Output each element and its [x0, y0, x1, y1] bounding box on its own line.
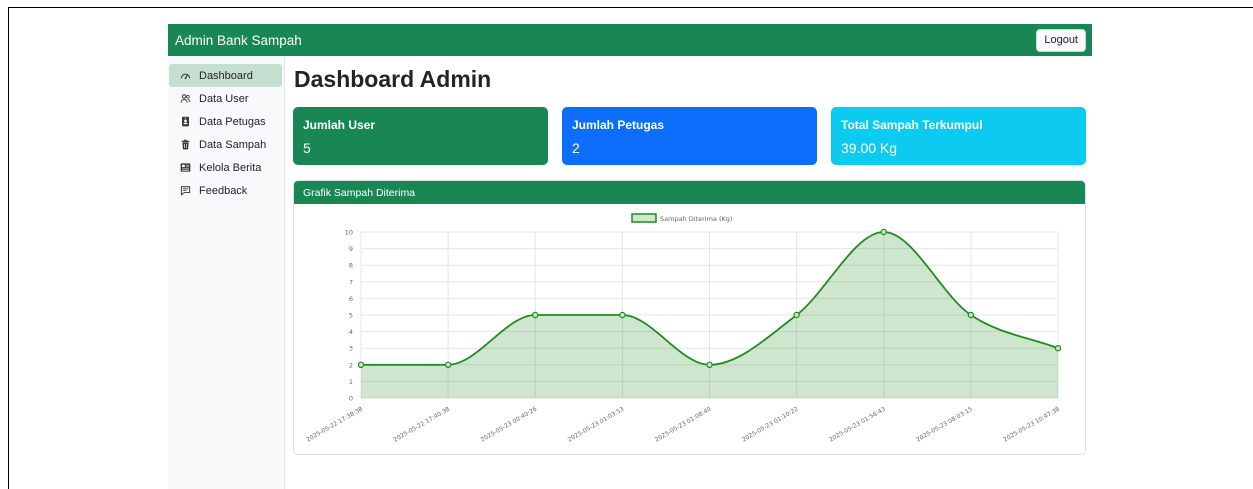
x-tick-label: 2025-05-23 08:03:15 [915, 406, 974, 444]
newspaper-icon [180, 163, 191, 172]
sidebar-item-label: Data User [199, 92, 249, 105]
sampah-line-chart: 0 1 2 3 4 5 6 7 8 9 10 2025-05-22 17:38:38 2025-05-2… [305, 213, 1062, 444]
y-tick-label: 5 [349, 312, 353, 320]
card-jumlah-petugas: Jumlah Petugas 2 [562, 107, 817, 165]
data-point [880, 228, 887, 236]
sidebar-item-label: Feedback [199, 184, 248, 197]
sidebar-item-feedback[interactable]: Feedback [169, 179, 282, 202]
window-border-top [8, 7, 1253, 8]
chart-card-header: Grafik Sampah Diterima [294, 181, 1085, 204]
users-icon [180, 94, 191, 103]
x-tick-label: 2025-05-23 00:40:26 [480, 406, 539, 444]
data-point [793, 311, 800, 319]
chat-icon [180, 186, 191, 196]
brand-title[interactable]: Admin Bank Sampah [175, 33, 302, 48]
x-tick-label: 2025-05-23 01:10:22 [741, 406, 800, 444]
x-tick-label: 2025-05-23 01:08:40 [654, 406, 713, 444]
sidebar-item-data-petugas[interactable]: Data Petugas [169, 110, 282, 133]
sidebar-item-dashboard[interactable]: Dashboard [169, 64, 282, 87]
data-point [967, 311, 975, 319]
legend-swatch [631, 213, 657, 223]
page-title: Dashboard Admin [294, 66, 492, 92]
y-tick-label: 9 [349, 245, 353, 253]
sidebar-item-label: Data Sampah [199, 138, 267, 151]
sidebar-item-kelola-berita[interactable]: Kelola Berita [169, 156, 282, 179]
top-navbar: Admin Bank Sampah Logout [168, 24, 1092, 56]
sidebar-item-label: Kelola Berita [199, 161, 262, 174]
card-title: Total Sampah Terkumpul [841, 118, 983, 132]
logout-button[interactable]: Logout [1036, 28, 1086, 52]
data-point [1054, 344, 1062, 352]
data-point [357, 361, 365, 368]
x-tick-label: 2025-05-22 17:40:38 [392, 406, 451, 444]
y-tick-label: 6 [349, 295, 353, 303]
sidebar-item-data-sampah[interactable]: Data Sampah [169, 133, 282, 156]
card-title: Jumlah User [303, 118, 376, 132]
y-tick-label: 10 [345, 229, 353, 237]
card-total-sampah: Total Sampah Terkumpul 39.00 Kg [831, 107, 1086, 165]
data-point [444, 361, 452, 368]
data-point [619, 311, 626, 319]
y-tick-label: 1 [349, 378, 353, 386]
card-value: 2 [572, 140, 580, 156]
chart-card: Grafik Sampah Diterima 0 1 2 3 4 5 6 7 8 9 10 2025-… [293, 180, 1086, 455]
sidebar-item-data-user[interactable]: Data User [169, 87, 282, 110]
trash-icon [181, 139, 190, 150]
y-tick-label: 2 [349, 361, 353, 369]
x-tick-label: 2025-05-23 01:03:53 [567, 406, 626, 444]
card-jumlah-user: Jumlah User 5 [293, 107, 548, 165]
card-title: Jumlah Petugas [572, 118, 665, 132]
y-tick-label: 8 [349, 262, 353, 270]
data-point [532, 311, 539, 319]
dashboard-gauge-icon [180, 73, 191, 80]
sidebar-item-label: Dashboard [199, 69, 253, 82]
y-tick-label: 0 [349, 395, 353, 403]
y-tick-label: 3 [349, 345, 353, 353]
x-tick-label: 2025-05-22 17:38:38 [305, 406, 364, 444]
window-border-left [8, 7, 9, 489]
card-value: 5 [303, 140, 311, 156]
person-badge-icon [182, 116, 189, 127]
y-tick-label: 4 [349, 328, 353, 336]
y-tick-label: 7 [349, 278, 353, 286]
sidebar: Dashboard Data User Data Petugas Data Sa… [168, 56, 285, 489]
sidebar-item-label: Data Petugas [199, 115, 266, 128]
x-tick-label: 2025-05-23 01:56:43 [828, 406, 887, 444]
data-point [706, 361, 713, 368]
x-tick-label: 2025-05-23 10:47:38 [1002, 406, 1061, 444]
legend-label: Sampah Diterima (Kg) [660, 215, 732, 223]
card-value: 39.00 Kg [841, 140, 898, 156]
